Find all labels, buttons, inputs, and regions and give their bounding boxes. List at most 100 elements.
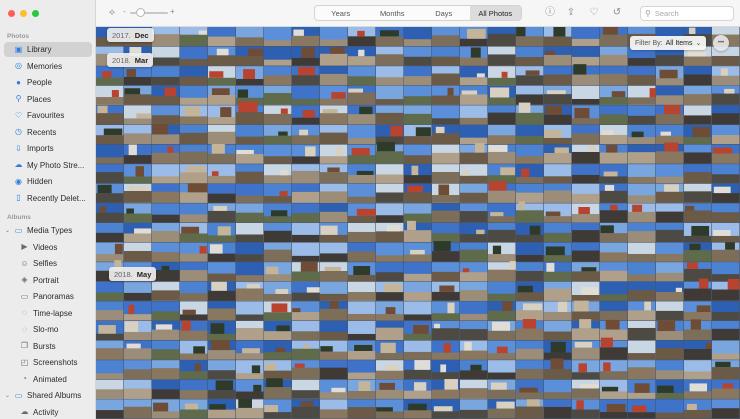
photo-thumbnail[interactable]: [348, 399, 376, 419]
photo-thumbnail[interactable]: [488, 399, 516, 419]
photo-thumbnail[interactable]: [712, 66, 740, 86]
photo-thumbnail[interactable]: [208, 301, 236, 321]
photo-thumbnail[interactable]: [124, 360, 152, 380]
sidebar-item-people[interactable]: ● People: [4, 75, 92, 90]
photo-thumbnail[interactable]: [348, 85, 376, 105]
photo-thumbnail[interactable]: [572, 125, 600, 144]
photo-thumbnail[interactable]: [572, 64, 600, 86]
share-icon[interactable]: ⇪: [565, 7, 577, 19]
photo-thumbnail[interactable]: [264, 183, 292, 203]
photo-thumbnail[interactable]: [712, 379, 740, 399]
photo-thumbnail[interactable]: [516, 66, 544, 86]
photo-thumbnail[interactable]: [488, 281, 516, 301]
photo-thumbnail[interactable]: [152, 242, 180, 262]
photo-thumbnail[interactable]: [684, 319, 712, 340]
photo-thumbnail[interactable]: [236, 144, 264, 164]
photo-thumbnail[interactable]: [292, 223, 320, 242]
photo-thumbnail[interactable]: [488, 223, 516, 242]
photo-thumbnail[interactable]: [488, 242, 516, 262]
photo-thumbnail[interactable]: [404, 66, 432, 86]
photo-thumbnail[interactable]: [544, 358, 572, 380]
photo-thumbnail[interactable]: [404, 340, 432, 360]
photo-thumbnail[interactable]: [124, 379, 152, 399]
photo-thumbnail[interactable]: [152, 203, 180, 223]
photo-thumbnail[interactable]: [124, 223, 152, 242]
photo-thumbnail[interactable]: [404, 281, 432, 301]
photo-thumbnail[interactable]: [264, 164, 292, 184]
slideshow-icon[interactable]: ⟡: [106, 7, 118, 19]
photo-thumbnail[interactable]: [320, 164, 348, 184]
photo-thumbnail[interactable]: [404, 379, 432, 399]
photo-thumbnail[interactable]: [236, 398, 264, 419]
photo-thumbnail[interactable]: [320, 66, 348, 86]
photo-thumbnail[interactable]: [124, 105, 152, 125]
photo-thumbnail[interactable]: [124, 125, 152, 144]
photo-thumbnail[interactable]: [432, 66, 460, 86]
photo-thumbnail[interactable]: [404, 125, 432, 144]
photo-thumbnail[interactable]: [460, 164, 488, 184]
photo-thumbnail[interactable]: [572, 281, 600, 301]
photo-thumbnail[interactable]: [488, 66, 516, 86]
photo-thumbnail[interactable]: [432, 203, 460, 223]
photo-thumbnail[interactable]: [292, 321, 320, 340]
photo-thumbnail[interactable]: [460, 301, 488, 321]
photo-thumbnail[interactable]: [292, 27, 320, 46]
photo-thumbnail[interactable]: [348, 203, 376, 223]
sidebar-item-imports[interactable]: ⇩ Imports: [4, 141, 92, 156]
photo-thumbnail[interactable]: [376, 340, 404, 360]
photo-thumbnail[interactable]: [320, 223, 348, 242]
photo-thumbnail[interactable]: [96, 301, 124, 321]
photo-thumbnail[interactable]: [712, 278, 740, 301]
photo-thumbnail[interactable]: [516, 262, 544, 282]
sidebar-item-places[interactable]: ⚲ Places: [4, 92, 92, 107]
photo-thumbnail[interactable]: [460, 281, 488, 301]
photo-thumbnail[interactable]: [208, 242, 236, 262]
photo-thumbnail[interactable]: [152, 124, 180, 144]
sidebar-item-recents[interactable]: ◷ Recents: [4, 125, 92, 140]
photo-thumbnail[interactable]: [292, 242, 320, 262]
photo-thumbnail[interactable]: [656, 340, 684, 360]
photo-thumbnail[interactable]: [152, 399, 180, 419]
photo-thumbnail[interactable]: [124, 164, 152, 184]
photo-thumbnail[interactable]: [600, 319, 628, 340]
photo-thumbnail[interactable]: [516, 340, 544, 360]
photo-thumbnail[interactable]: [320, 262, 348, 282]
photo-thumbnail[interactable]: [292, 183, 320, 203]
photo-thumbnail[interactable]: [348, 105, 376, 125]
photo-thumbnail[interactable]: [572, 164, 600, 184]
photo-thumbnail[interactable]: [684, 223, 712, 242]
photo-thumbnail[interactable]: [180, 164, 208, 184]
photo-thumbnail[interactable]: [348, 27, 376, 46]
photo-thumbnail[interactable]: [208, 105, 236, 125]
photo-thumbnail[interactable]: [432, 144, 460, 164]
photo-thumbnail[interactable]: [628, 262, 656, 282]
photo-thumbnail[interactable]: [516, 379, 544, 399]
photo-thumbnail[interactable]: [124, 340, 152, 360]
photo-thumbnail[interactable]: [376, 46, 404, 66]
photo-thumbnail[interactable]: [376, 301, 404, 321]
photo-thumbnail[interactable]: [348, 360, 376, 380]
photo-thumbnail[interactable]: [460, 143, 488, 164]
tab-months[interactable]: Months: [367, 6, 419, 20]
photo-thumbnail[interactable]: [264, 340, 292, 360]
photo-thumbnail[interactable]: [376, 321, 404, 340]
photo-thumbnail[interactable]: [236, 242, 264, 262]
photo-thumbnail[interactable]: [488, 301, 516, 321]
photo-thumbnail[interactable]: [208, 379, 236, 399]
photo-thumbnail[interactable]: [628, 85, 656, 105]
photo-thumbnail[interactable]: [320, 144, 348, 164]
photo-thumbnail[interactable]: [236, 301, 264, 321]
photo-grid[interactable]: 2017. Dec 2018. Mar 2018. May Filter By:…: [96, 27, 740, 419]
photo-thumbnail[interactable]: [376, 203, 404, 223]
photo-thumbnail[interactable]: [96, 85, 124, 105]
photo-thumbnail[interactable]: [180, 262, 208, 282]
photo-thumbnail[interactable]: [208, 281, 236, 301]
photo-thumbnail[interactable]: [712, 203, 740, 223]
photo-thumbnail[interactable]: [264, 27, 292, 46]
photo-thumbnail[interactable]: [264, 321, 292, 340]
photo-thumbnail[interactable]: [460, 399, 488, 419]
photo-thumbnail[interactable]: [124, 281, 152, 301]
photo-thumbnail[interactable]: [572, 262, 600, 282]
photo-thumbnail[interactable]: [320, 379, 348, 399]
photo-thumbnail[interactable]: [376, 141, 404, 164]
